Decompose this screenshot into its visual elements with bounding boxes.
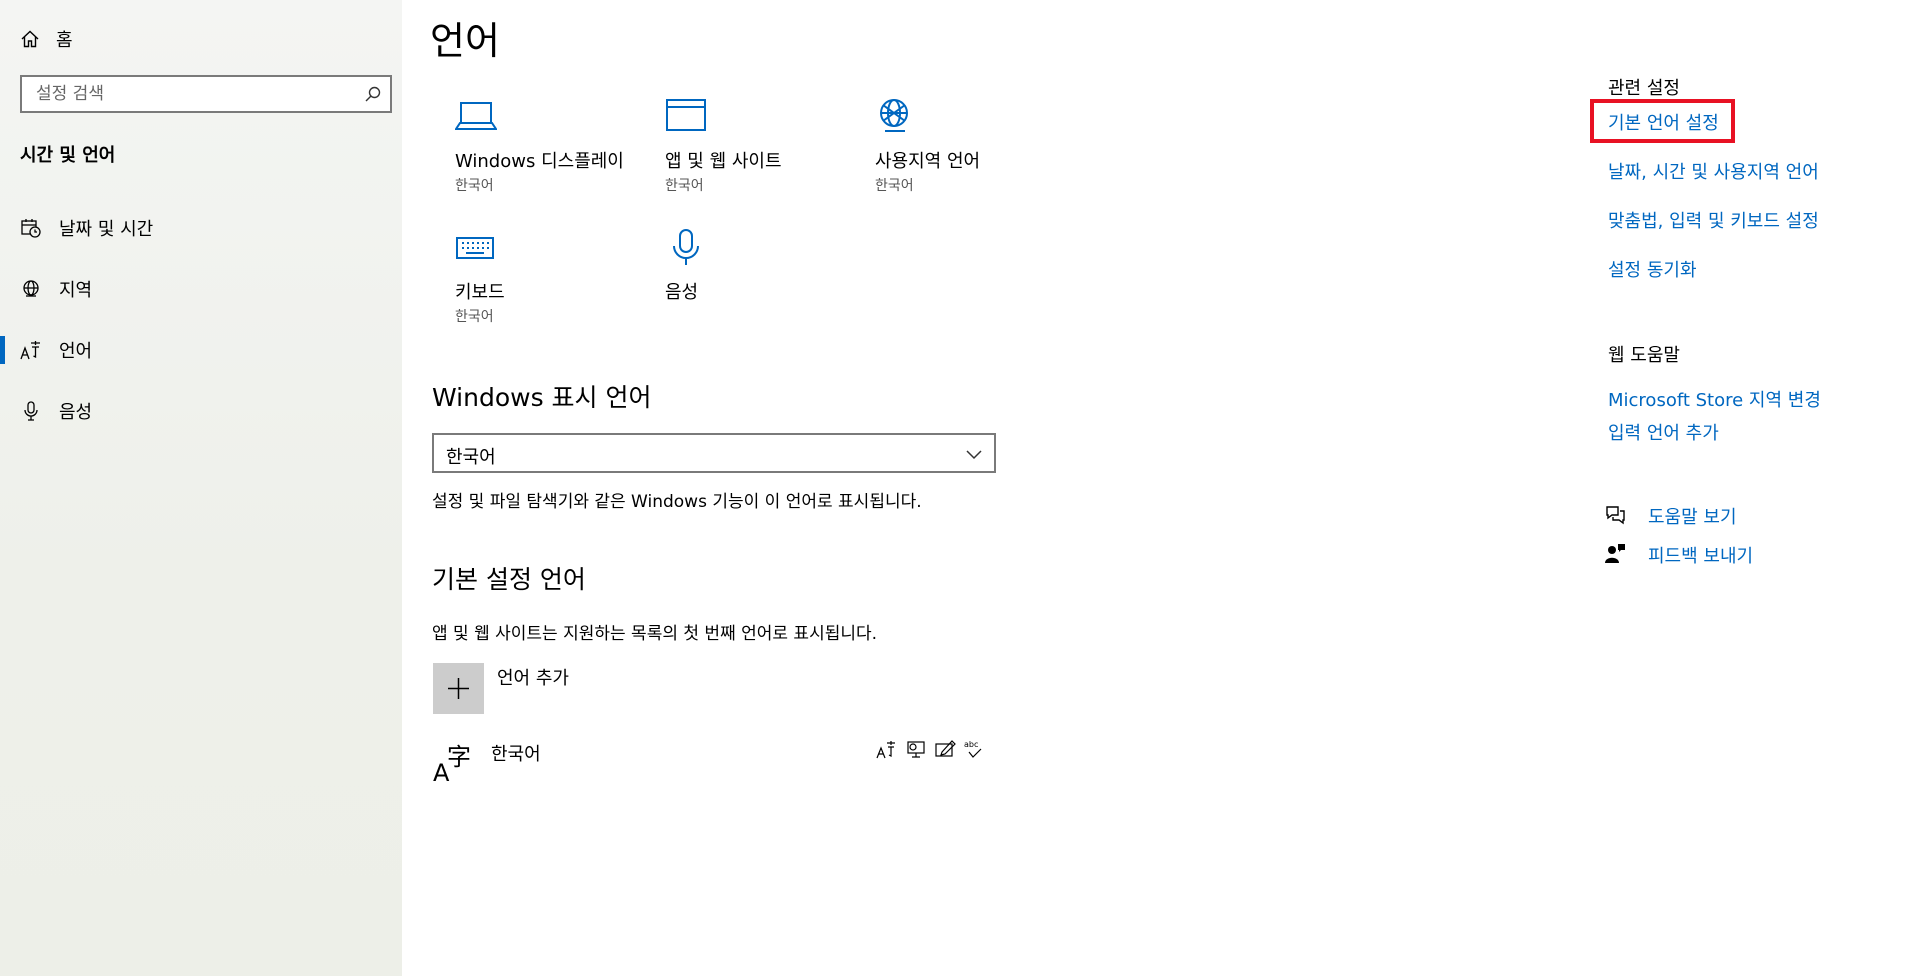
tile-label: 사용지역 언어 [875, 151, 981, 172]
web-help-heading: 웹 도움말 [1608, 345, 1680, 366]
link-default-language-settings[interactable]: 기본 언어 설정 [1608, 109, 1719, 135]
tile-label: 음성 [665, 282, 699, 303]
sidebar: 홈 시간 및 언어 날짜 및 시간 지역 언어 음성 [0, 0, 402, 976]
calendar-clock-icon [21, 219, 41, 238]
add-language-label[interactable]: 언어 추가 [497, 664, 569, 690]
keyboard-icon [456, 237, 494, 259]
related-settings-heading: 관련 설정 [1608, 78, 1680, 99]
tile-sub: 한국어 [875, 178, 914, 194]
language-icon [20, 341, 40, 360]
link-add-input-language[interactable]: 입력 언어 추가 [1608, 419, 1719, 445]
add-language-button[interactable] [433, 663, 484, 714]
page-title: 언어 [430, 19, 500, 63]
svg-text:abc: abc [964, 740, 978, 749]
spellcheck-icon: abc [964, 740, 982, 758]
search-icon[interactable] [364, 85, 382, 103]
globe-icon [880, 99, 908, 132]
language-glyph-icon: A 字 [433, 743, 471, 783]
help-chat-icon [1606, 506, 1625, 525]
sidebar-item-label: 음성 [59, 402, 93, 423]
sidebar-item-label: 언어 [59, 341, 93, 362]
sidebar-item-label: 날짜 및 시간 [59, 219, 154, 240]
tile-apps-websites[interactable]: 앱 및 웹 사이트 한국어 [665, 97, 865, 195]
display-language-value: 한국어 [446, 447, 496, 468]
sidebar-item-region[interactable]: 지역 [0, 269, 402, 309]
search-box[interactable] [20, 75, 392, 113]
speech-icon [907, 741, 925, 758]
chevron-down-icon [966, 450, 982, 460]
language-glyph: 字 [447, 743, 471, 771]
laptop-icon [455, 102, 497, 130]
language-list-item[interactable]: A 字 한국어 abc [433, 735, 993, 795]
home-nav-item[interactable]: 홈 [20, 24, 73, 54]
globe-icon [23, 280, 39, 297]
microphone-icon [673, 229, 699, 265]
display-language-description: 설정 및 파일 탐색기와 같은 Windows 기능이 이 언어로 표시됩니다. [432, 492, 922, 512]
microphone-icon [24, 401, 38, 421]
home-icon [21, 30, 39, 48]
link-get-help[interactable]: 도움말 보기 [1648, 503, 1737, 529]
tile-keyboard[interactable]: 키보드 한국어 [455, 228, 655, 326]
preferred-languages-heading: 기본 설정 언어 [432, 565, 586, 594]
sidebar-item-label: 지역 [59, 280, 93, 301]
sidebar-item-language[interactable]: 언어 [0, 330, 402, 370]
search-input[interactable] [22, 77, 370, 111]
section-title: 시간 및 언어 [20, 145, 116, 166]
plus-icon [448, 678, 469, 699]
home-label: 홈 [56, 30, 73, 51]
tile-label: Windows 디스플레이 [455, 151, 624, 172]
language-name: 한국어 [491, 744, 541, 765]
handwriting-icon [935, 740, 956, 757]
link-microsoft-store-region[interactable]: Microsoft Store 지역 변경 [1608, 386, 1821, 412]
sidebar-item-date-time[interactable]: 날짜 및 시간 [0, 208, 402, 248]
preferred-languages-description: 앱 및 웹 사이트는 지원하는 목록의 첫 번째 언어로 표시됩니다. [432, 624, 878, 644]
tile-label: 앱 및 웹 사이트 [665, 151, 782, 172]
display-language-heading: Windows 표시 언어 [432, 383, 652, 412]
tile-speech[interactable]: 음성 [665, 228, 865, 306]
display-language-icon [876, 741, 895, 759]
link-date-time-regional[interactable]: 날짜, 시간 및 사용지역 언어 [1608, 158, 1819, 184]
tile-sub: 한국어 [455, 309, 494, 325]
tile-regional-format[interactable]: 사용지역 언어 한국어 [875, 97, 1075, 195]
tile-label: 키보드 [455, 282, 505, 303]
selected-indicator [0, 336, 5, 364]
link-spelling-typing-keyboard[interactable]: 맞춤법, 입력 및 키보드 설정 [1608, 207, 1819, 233]
tile-sub: 한국어 [665, 178, 704, 194]
tile-windows-display[interactable]: Windows 디스플레이 한국어 [455, 97, 655, 195]
feedback-icon [1605, 544, 1625, 563]
link-send-feedback[interactable]: 피드백 보내기 [1648, 542, 1753, 568]
tile-sub: 한국어 [455, 178, 494, 194]
link-sync-settings[interactable]: 설정 동기화 [1608, 256, 1697, 282]
browser-window-icon [666, 99, 706, 131]
sidebar-item-speech[interactable]: 음성 [0, 391, 402, 431]
display-language-select[interactable]: 한국어 [432, 433, 996, 473]
